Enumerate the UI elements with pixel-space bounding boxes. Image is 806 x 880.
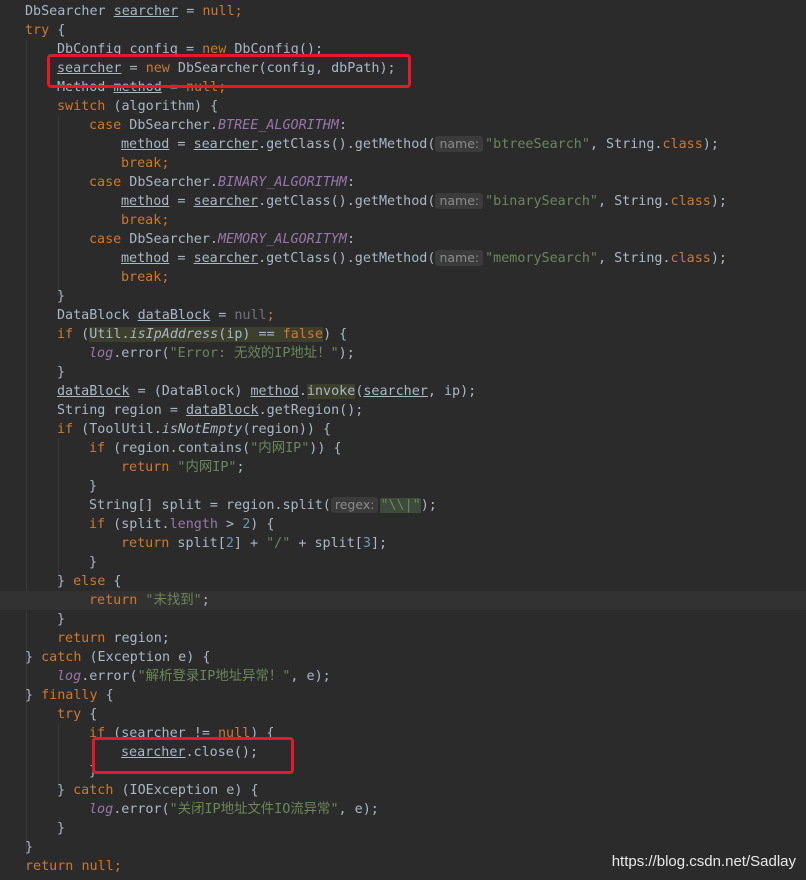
parameter-hint: name:	[435, 136, 484, 152]
code-line-42[interactable]: } catch (IOException e) {	[57, 781, 259, 800]
code-editor[interactable]: DbSearcher searcher = null; try { DbConf…	[0, 0, 806, 880]
code-line-1[interactable]: DbSearcher searcher = null;	[25, 2, 243, 21]
code-line-45[interactable]: }	[25, 838, 33, 857]
highlight-box-searcher-close	[92, 737, 294, 774]
code-line-20[interactable]: }	[57, 363, 65, 382]
parameter-hint: regex:	[330, 497, 379, 513]
code-line-38[interactable]: try {	[57, 705, 97, 724]
code-line-37[interactable]: } finally {	[25, 686, 114, 705]
code-line-12[interactable]: break;	[121, 211, 169, 230]
code-line-19[interactable]: log.error("Error: 无效的IP地址！");	[89, 344, 355, 363]
code-line-36[interactable]: log.error("解析登录IP地址异常！", e);	[57, 667, 331, 686]
code-line-11[interactable]: method = searcher.getClass().getMethod(n…	[121, 192, 727, 211]
code-line-16[interactable]: }	[57, 287, 65, 306]
code-line-17[interactable]: DataBlock dataBlock = null;	[57, 306, 275, 325]
indent-guide	[58, 438, 59, 580]
code-line-44[interactable]: }	[57, 819, 65, 838]
parameter-hint: name:	[435, 250, 484, 266]
code-line-18[interactable]: if (Util.isIpAddress(ip) == false) {	[57, 325, 347, 344]
code-line-26[interactable]: }	[89, 477, 97, 496]
code-line-34[interactable]: return region;	[57, 629, 170, 648]
code-line-35[interactable]: } catch (Exception e) {	[25, 648, 210, 667]
code-line-31[interactable]: } else {	[57, 572, 122, 591]
code-line-13[interactable]: case DbSearcher.MEMORY_ALGORITYM:	[89, 230, 355, 249]
code-line-28[interactable]: if (split.length > 2) {	[89, 515, 274, 534]
code-line-25[interactable]: return "内网IP";	[121, 458, 245, 477]
code-line-30[interactable]: }	[89, 553, 97, 572]
code-line-2[interactable]: try {	[25, 21, 65, 40]
code-line-29[interactable]: return split[2] + "/" + split[3];	[121, 534, 387, 553]
code-line-27[interactable]: String[] split = region.split(regex: "\\|…	[89, 496, 437, 515]
code-line-14[interactable]: method = searcher.getClass().getMethod(n…	[121, 249, 727, 268]
code-line-24[interactable]: if (region.contains("内网IP")) {	[89, 439, 342, 458]
indent-guide	[58, 724, 59, 788]
highlight-box-searcher-init	[47, 54, 411, 88]
watermark-url: https://blog.csdn.net/Sadlay	[611, 853, 796, 870]
code-line-22[interactable]: String region = dataBlock.getRegion();	[57, 401, 363, 420]
code-line-23[interactable]: if (ToolUtil.isNotEmpty(region)) {	[57, 420, 331, 439]
code-line-8[interactable]: method = searcher.getClass().getMethod(n…	[121, 135, 719, 154]
code-line-9[interactable]: break;	[121, 154, 169, 173]
code-line-15[interactable]: break;	[121, 268, 169, 287]
parameter-hint: name:	[435, 193, 484, 209]
code-line-7[interactable]: case DbSearcher.BTREE_ALGORITHM:	[89, 116, 347, 135]
code-line-10[interactable]: case DbSearcher.BINARY_ALGORITHM:	[89, 173, 355, 192]
indent-guide	[58, 116, 59, 296]
code-line-21[interactable]: dataBlock = (DataBlock) method.invoke(se…	[57, 382, 476, 401]
code-line-32-current[interactable]: return "未找到";	[0, 591, 806, 610]
code-line-6[interactable]: switch (algorithm) {	[57, 97, 218, 116]
indent-guide	[26, 40, 27, 855]
code-line-43[interactable]: log.error("关闭IP地址文件IO流异常", e);	[89, 800, 379, 819]
code-line-33[interactable]: }	[57, 610, 65, 629]
code-line-46[interactable]: return null;	[25, 857, 122, 876]
